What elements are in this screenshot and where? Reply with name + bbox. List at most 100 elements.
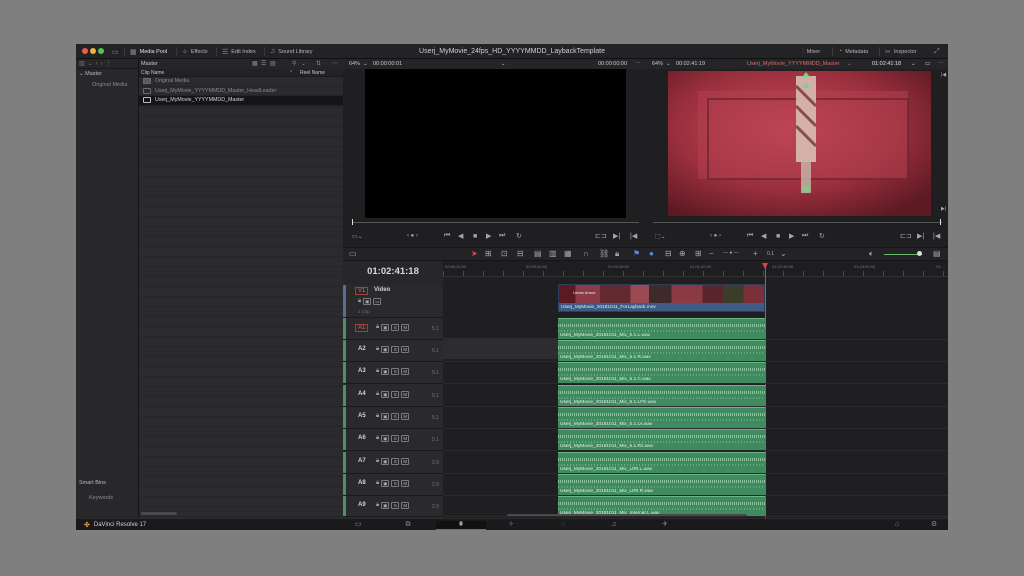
zoom-slider[interactable]: — ● —	[723, 250, 739, 256]
mute-button[interactable]: M	[401, 480, 410, 487]
audio-clip-a6[interactable]: Userj_MyMovie_20181011_Mix_5.1.Rs.wav	[558, 429, 765, 450]
source-viewer-screen[interactable]	[365, 69, 626, 218]
edit-index-button[interactable]: ☰ Edit Index	[222, 44, 256, 59]
media-page-icon[interactable]: ▭	[333, 521, 383, 530]
track-id[interactable]: A2	[358, 346, 366, 352]
track-id[interactable]: A9	[358, 502, 366, 508]
solo-button[interactable]: S	[391, 435, 400, 442]
more-options-icon[interactable]: ⋯	[635, 61, 641, 67]
zoom-out-icon[interactable]: −	[709, 249, 714, 258]
edit-page-icon[interactable]: ⩩	[436, 521, 486, 530]
solo-button[interactable]: S	[391, 324, 400, 331]
mark-in-icon[interactable]: |◀	[941, 72, 946, 78]
chevron-down-icon[interactable]: ⌄	[363, 61, 368, 67]
auto-select-icon[interactable]: ▣	[381, 502, 390, 509]
track-id[interactable]: A3	[358, 368, 366, 374]
previous-edit-icon[interactable]: |◀	[933, 232, 940, 240]
volume-icon[interactable]: 🔈︎	[869, 249, 874, 259]
solo-button[interactable]: S	[391, 346, 400, 353]
chevron-down-icon[interactable]: ⌄	[501, 61, 506, 67]
timeline-viewer-screen[interactable]	[668, 71, 931, 216]
mute-button[interactable]: M	[401, 502, 410, 509]
auto-select-icon[interactable]: ▣	[381, 324, 390, 331]
pool-scrollbar[interactable]	[141, 512, 177, 515]
lock-icon[interactable]: 🔒︎	[376, 346, 379, 353]
grid-icon[interactable]: ⋮	[106, 60, 112, 67]
track-header-a6[interactable]: A6 🔒︎ ▣ S M 5.1	[343, 429, 443, 451]
track-id[interactable]: A6	[358, 435, 366, 441]
chevron-down-icon[interactable]: ⌄	[88, 60, 93, 67]
replace-clip-icon[interactable]: ▦	[564, 249, 572, 258]
track-id[interactable]: A5	[358, 413, 366, 419]
track-header-a9[interactable]: A9 🔒︎ ▣ S M 2.0	[343, 496, 443, 517]
track-header-a5[interactable]: A5 🔒︎ ▣ S M 5.1	[343, 407, 443, 429]
auto-select-icon[interactable]: ▣	[381, 458, 390, 465]
loop-icon[interactable]: ↻	[516, 232, 522, 240]
mark-out-icon[interactable]: ▶|	[941, 206, 946, 212]
video-clip[interactable]: Urban Armor Userj_MyMovie_20181011_ForLa…	[558, 284, 765, 312]
mute-button[interactable]: M	[401, 368, 410, 375]
go-to-end-icon[interactable]: ⏭	[499, 232, 505, 240]
go-to-start-icon[interactable]: ⏮	[444, 232, 450, 240]
blade-tool-icon[interactable]: ⊟	[517, 249, 524, 258]
auto-select-icon[interactable]: ▣	[381, 413, 390, 420]
metadata-button[interactable]: ◔ Metadata	[838, 44, 868, 59]
track-header-a4[interactable]: A4 🔒︎ ▣ S M 5.1	[343, 385, 443, 407]
disable-track-icon[interactable]: ▭	[373, 298, 382, 305]
play-reverse-icon[interactable]: ◀	[761, 232, 766, 240]
position-lock-icon[interactable]: 🔒︎	[615, 249, 619, 259]
mark-in-out-icon[interactable]: ⊏⊐	[595, 232, 607, 240]
jog-control-icon[interactable]: ‹ ● ›	[710, 233, 721, 239]
source-scrubber[interactable]	[352, 222, 639, 223]
solo-button[interactable]: S	[391, 368, 400, 375]
color-page-icon[interactable]: ◌	[538, 521, 588, 530]
monitor-icon[interactable]: ▭	[112, 44, 119, 59]
column-reel-name[interactable]: Reel Name	[300, 70, 325, 76]
auto-select-icon[interactable]: ▣	[381, 346, 390, 353]
audio-clip-a7[interactable]: Userj_MyMovie_20181011_Mix_LtRt.L.wav	[558, 452, 765, 473]
mark-in-out-icon[interactable]: ⊏⊐	[900, 232, 912, 240]
lock-icon[interactable]: 🔒︎	[376, 480, 379, 487]
go-to-end-icon[interactable]: ⏭	[802, 232, 808, 240]
sidebar-toggle-icon[interactable]: ▥	[79, 60, 85, 67]
back-icon[interactable]: ‹	[96, 61, 98, 67]
track-header-a7[interactable]: A7 🔒︎ ▣ S M 2.0	[343, 452, 443, 474]
source-zoom[interactable]: 64%	[349, 61, 360, 67]
auto-select-icon[interactable]: ▣	[381, 368, 390, 375]
chevron-down-icon[interactable]: ⌄	[911, 61, 916, 67]
track-id[interactable]: V1	[355, 287, 369, 295]
dynamic-trim-icon[interactable]: ⊡	[501, 249, 508, 258]
mute-button[interactable]: M	[401, 413, 410, 420]
timeline-view-options-icon[interactable]: ▭	[349, 249, 357, 258]
mute-button[interactable]: M	[401, 346, 410, 353]
audio-clip-a4[interactable]: Userj_MyMovie_20181011_Mix_5.1.LFE.wav	[558, 385, 765, 406]
stop-icon[interactable]: ■	[776, 233, 780, 240]
insert-clip-icon[interactable]: ▤	[534, 249, 542, 258]
playhead[interactable]	[765, 263, 766, 518]
clip-row-master[interactable]: Userj_MyMovie_YYYYMMDD_Master	[139, 96, 343, 106]
sound-library-button[interactable]: ♫ Sound Library	[270, 44, 313, 59]
detail-zoom-icon[interactable]: ⊕	[679, 249, 686, 258]
trim-tool-icon[interactable]: ⊞	[485, 249, 492, 258]
auto-select-icon[interactable]: ▣	[363, 298, 372, 305]
auto-select-icon[interactable]: ▣	[381, 480, 390, 487]
mute-button[interactable]: M	[401, 391, 410, 398]
bin-original-media[interactable]: Original Media	[76, 80, 138, 91]
zoom-in-icon[interactable]: +	[753, 249, 758, 258]
lock-icon[interactable]: 🔒︎	[358, 298, 361, 305]
solo-button[interactable]: S	[391, 480, 400, 487]
next-edit-icon[interactable]: ▶|	[613, 232, 620, 240]
cut-page-icon[interactable]: ⧉	[383, 521, 433, 530]
audio-clip-a3[interactable]: Userj_MyMovie_20181011_Mix_5.1.C.wav	[558, 362, 765, 383]
home-icon[interactable]: ⌂	[891, 521, 903, 530]
fullscreen-icon[interactable]: ⤢	[934, 44, 940, 59]
metadata-view-icon[interactable]: ▤	[270, 60, 276, 67]
lock-icon[interactable]: 🔒︎	[376, 458, 379, 465]
inspector-button[interactable]: ✂ Inspector	[885, 44, 917, 59]
clip-row-folder[interactable]: Original Media	[139, 77, 343, 87]
track-header-a2[interactable]: A2 🔒︎ ▣ S M 5.1	[343, 340, 443, 362]
track-id[interactable]: A1	[355, 324, 369, 332]
track-id[interactable]: A4	[358, 391, 366, 397]
custom-zoom-icon[interactable]: ⊞	[695, 249, 702, 258]
audio-meter-icon[interactable]: ▤	[933, 249, 941, 258]
